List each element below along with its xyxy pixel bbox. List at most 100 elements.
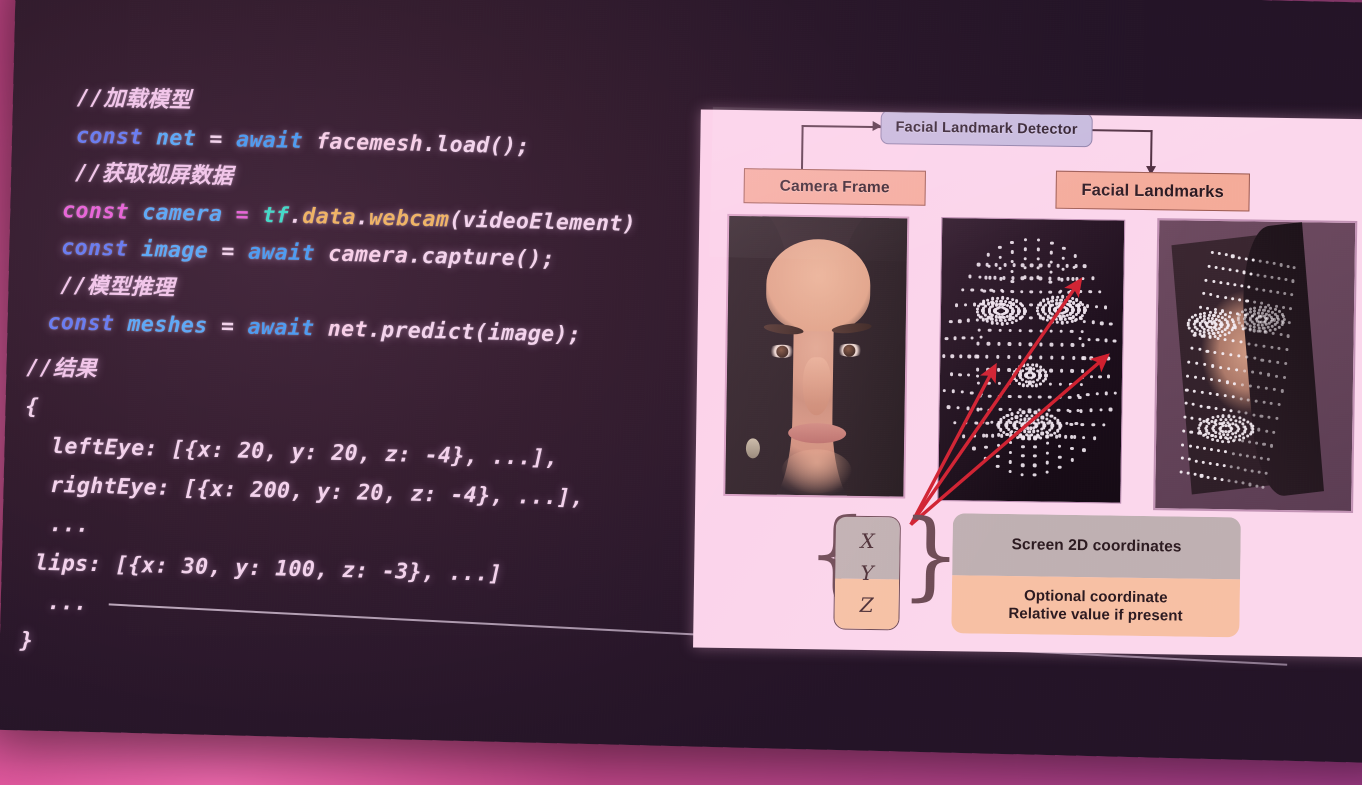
landmark-dot <box>975 367 980 372</box>
overlay-landmark-dot <box>1214 406 1218 410</box>
landmark-dot <box>951 389 956 394</box>
projection-screen: //加载模型 const net = await facemesh.load();… <box>0 0 1362 764</box>
landmark-dot <box>1014 431 1018 435</box>
overlay-landmark-dot <box>1245 299 1249 303</box>
landmark-dot <box>1065 264 1069 268</box>
landmark-dot <box>1004 299 1008 304</box>
landmark-dot <box>1031 426 1036 430</box>
landmark-dot <box>986 298 990 302</box>
landmark-dot <box>1018 329 1023 333</box>
overlay-landmark-dot <box>1223 295 1227 299</box>
landmark-dot <box>1015 367 1019 371</box>
landmark-dot <box>1044 434 1048 439</box>
landmark-dot <box>1046 314 1050 319</box>
landmark-dot <box>993 276 997 280</box>
landmark-dot <box>1069 329 1074 334</box>
landmarks-overlay-photo <box>1153 218 1358 514</box>
landmark-dot <box>1008 407 1012 412</box>
landmark-dot <box>1045 460 1050 465</box>
landmark-dot <box>997 245 1002 250</box>
landmark-dot <box>1079 409 1083 413</box>
connector-detector-to-landmarks-v <box>1150 130 1153 171</box>
landmark-dot <box>1059 329 1064 334</box>
landmark-dot <box>1048 280 1053 284</box>
landmark-dot <box>1112 339 1117 343</box>
overlay-landmark-dot <box>1228 310 1232 314</box>
landmark-dot <box>1039 355 1043 360</box>
overlay-landmark-dot <box>1216 336 1220 341</box>
overlay-landmark-dot <box>1237 315 1241 320</box>
landmark-dot <box>1033 410 1038 415</box>
code-token: .load(); <box>422 131 531 159</box>
overlay-landmark-dot <box>1257 308 1261 312</box>
node-facial-landmarks[interactable]: Facial Landmarks <box>1055 170 1250 212</box>
overlay-landmark-dot <box>1202 314 1206 318</box>
landmark-dot <box>1089 375 1093 379</box>
landmark-dot <box>1103 305 1108 310</box>
landmark-dot <box>988 394 992 398</box>
node-camera-frame[interactable]: Camera Frame <box>743 168 926 206</box>
landmark-dot <box>972 302 977 307</box>
landmark-dot <box>1090 276 1095 280</box>
code-token: .capture(); <box>407 243 556 273</box>
landmark-dot <box>1029 263 1034 268</box>
landmark-dot <box>1026 362 1030 366</box>
landmark-dot <box>1054 298 1059 302</box>
landmark-dot <box>998 255 1002 260</box>
landmark-dot <box>1032 417 1036 421</box>
axis-label-y: Y <box>860 560 874 586</box>
overlay-landmark-dot <box>1216 415 1220 419</box>
landmark-dot <box>1033 472 1037 477</box>
landmark-dot <box>1008 460 1012 464</box>
code-token: (videoElement) <box>448 207 637 237</box>
connector-camera-to-detector-v <box>800 124 804 172</box>
landmark-dot <box>968 274 972 279</box>
landmark-dot <box>963 303 968 307</box>
landmark-dot <box>1060 278 1064 282</box>
landmark-dot <box>1076 305 1081 310</box>
landmark-dot <box>1069 423 1073 427</box>
landmark-dot <box>1040 431 1044 436</box>
overlay-landmark-dot <box>1243 467 1247 472</box>
landmark-dot <box>1030 362 1035 367</box>
overlay-landmark-dot <box>1248 307 1252 311</box>
landmark-dot <box>1065 421 1069 426</box>
landmark-dot <box>1050 241 1054 245</box>
landmark-dot <box>986 302 990 306</box>
code-token: const <box>61 197 130 225</box>
landmark-dot <box>1045 412 1049 417</box>
landmark-dot <box>986 368 990 372</box>
landmark-dot <box>1001 430 1006 434</box>
diagram-panel: Facial Landmark Detector Camera Frame Fa… <box>693 109 1362 658</box>
landmark-dot <box>994 299 999 303</box>
landmark-dot <box>1045 318 1049 322</box>
landmark-dot <box>1050 299 1054 303</box>
overlay-landmark-dot <box>1269 444 1273 448</box>
code-token: //获取视屏数据 <box>74 160 234 190</box>
landmark-dot <box>1017 381 1021 386</box>
landmark-dot <box>1055 320 1059 325</box>
landmark-dot <box>1006 355 1011 359</box>
legend-optional-line2: Relative value if present <box>1008 605 1183 625</box>
landmark-dot <box>1074 421 1079 426</box>
chin <box>781 448 852 494</box>
landmark-dot <box>1080 369 1085 373</box>
node-facial-landmark-detector[interactable]: Facial Landmark Detector <box>880 110 1093 148</box>
landmark-dot <box>981 317 986 322</box>
landmark-dot <box>1018 342 1022 346</box>
landmark-dot <box>991 289 996 293</box>
landmark-dot <box>949 319 953 324</box>
overlay-landmark-dot <box>1248 482 1252 487</box>
landmark-dot <box>1024 380 1028 384</box>
overlay-landmark-dot <box>1262 308 1266 312</box>
landmark-dot <box>1106 374 1111 379</box>
overlay-landmark-dot <box>1250 469 1254 473</box>
landmark-dot <box>1064 298 1068 302</box>
axis-label-x: X <box>860 528 875 554</box>
overlay-landmark-dot <box>1205 349 1209 353</box>
landmark-dot <box>950 354 954 358</box>
landmark-dot <box>1038 382 1042 386</box>
code-token: await <box>247 314 315 342</box>
overlay-landmark-dot <box>1189 430 1193 434</box>
